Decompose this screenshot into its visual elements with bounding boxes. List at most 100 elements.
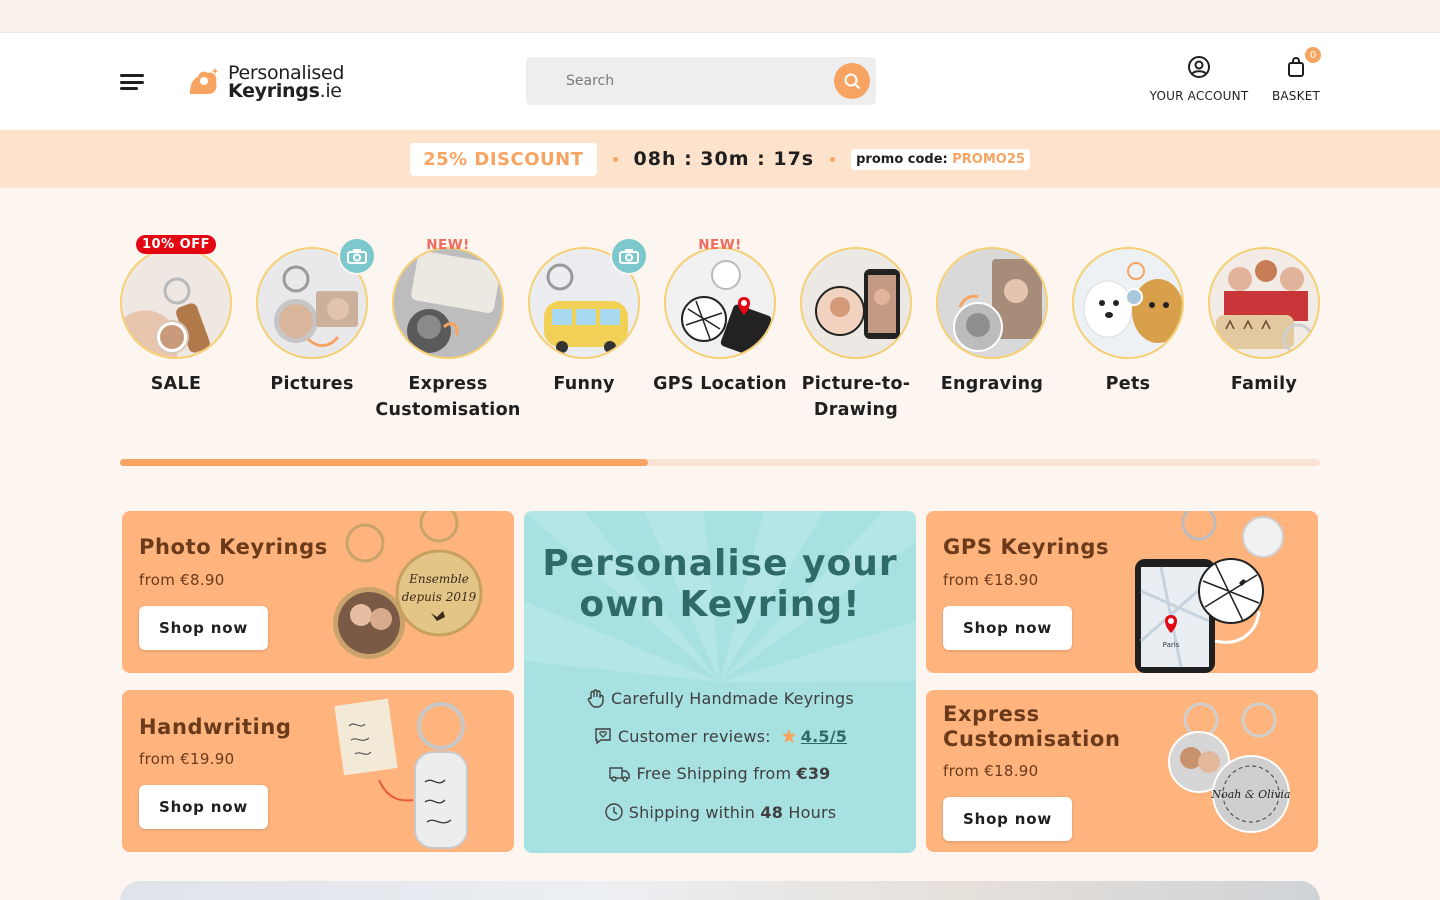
review-icon: [595, 728, 611, 745]
category-label: Engraving: [940, 374, 1044, 394]
card-handwriting[interactable]: Handwriting from €19.90 Shop now: [122, 690, 514, 852]
card-title: GPS Keyrings: [943, 535, 1110, 559]
card-gps-keyrings[interactable]: GPS Keyrings from €18.90 Shop now Paris: [926, 511, 1318, 673]
shop-now-button[interactable]: Shop now: [943, 606, 1072, 650]
category-label: Pictures: [270, 374, 354, 394]
delivery-hours: 48: [760, 802, 784, 822]
search-icon: [844, 73, 860, 89]
category-gps[interactable]: NEW! GPS Location: [652, 237, 788, 397]
shipping-line: Free Shipping from €39: [524, 764, 916, 783]
category-label: Family: [1230, 374, 1298, 394]
menu-icon[interactable]: [120, 74, 144, 90]
promo-code-value: PROMO25: [952, 151, 1025, 167]
handmade-line: Carefully Handmade Keyrings: [524, 688, 916, 708]
handmade-text: Carefully Handmade Keyrings: [611, 688, 854, 708]
search-bar: [526, 57, 876, 105]
promo-title: Personalise your own Keyring!: [542, 543, 898, 625]
shop-now-button[interactable]: Shop now: [139, 606, 268, 650]
category-image: [936, 247, 1048, 359]
logo-text-line2: Keyrings: [228, 79, 320, 102]
category-sale[interactable]: 10% OFF SALE: [108, 235, 244, 397]
category-image: [120, 247, 232, 359]
category-image: [664, 247, 776, 359]
star-icon: [781, 729, 796, 743]
card-price: from €18.90: [943, 571, 1039, 589]
new-badge: NEW!: [426, 237, 470, 253]
reviews-line: Customer reviews: 4.5/5: [524, 726, 916, 746]
category-scrollbar[interactable]: [120, 459, 1320, 466]
category-funny[interactable]: Funny: [516, 237, 652, 397]
category-engraving[interactable]: Engraving: [924, 238, 1060, 397]
truck-icon: [609, 766, 631, 782]
delivery-prefix: Shipping within: [628, 802, 761, 822]
promo-code: promo code: PROMO25: [851, 148, 1030, 170]
promo-bar: 25% DISCOUNT 08h : 30m : 17s promo code:…: [0, 130, 1440, 188]
shop-now-button[interactable]: Shop now: [139, 785, 268, 829]
photo-keyring-text-1: Ensemble: [408, 572, 469, 586]
user-icon: [1188, 56, 1210, 78]
separator-dot: [612, 156, 618, 162]
shipping-threshold: €39: [796, 764, 831, 783]
category-label: Pets: [1105, 374, 1151, 394]
category-pets[interactable]: Pets: [1060, 238, 1196, 397]
category-label: Funny: [553, 374, 615, 394]
category-family[interactable]: Family: [1196, 238, 1332, 397]
countdown-timer: 08h : 30m : 17s: [633, 148, 815, 170]
category-picture-to-drawing[interactable]: Picture-to-Drawing: [788, 238, 924, 423]
logo-tld: .ie: [319, 79, 342, 102]
card-express-customisation[interactable]: Express Customisation from €18.90 Shop n…: [926, 690, 1318, 852]
rating-link[interactable]: 4.5/5: [801, 727, 847, 746]
card-photo-keyrings[interactable]: Photo Keyrings from €8.90 Shop now Ensem…: [122, 511, 514, 673]
card-price: from €8.90: [139, 571, 225, 589]
hero-banner-preview[interactable]: [120, 881, 1320, 900]
camera-icon: [610, 237, 648, 275]
promo-discount: 25% DISCOUNT: [410, 142, 597, 176]
delivery-suffix: Hours: [783, 802, 837, 822]
category-scroll-thumb[interactable]: [120, 459, 648, 466]
category-image: [1072, 247, 1184, 359]
hand-icon: [587, 689, 604, 708]
category-image: [800, 247, 912, 359]
account-link[interactable]: YOUR ACCOUNT: [1148, 55, 1250, 103]
gps-keyring-image: Paris: [1135, 511, 1284, 673]
express-keyring-image: Noah & Olivia: [1168, 702, 1291, 833]
category-carousel: 10% OFF SALE Pictures NEW! Express Custo…: [108, 235, 1332, 438]
search-input[interactable]: [526, 57, 834, 105]
shop-now-button[interactable]: Shop now: [943, 797, 1072, 841]
basket-link[interactable]: 0 BASKET: [1268, 47, 1324, 103]
card-price: from €19.90: [139, 750, 235, 768]
promo-info-card: Personalise your own Keyring! Carefully …: [524, 511, 916, 853]
category-image: [392, 247, 504, 359]
shipping-text: Free Shipping from: [636, 764, 797, 783]
card-title: Handwriting: [139, 715, 292, 739]
bag-icon: [1288, 57, 1304, 77]
category-label: SALE: [150, 374, 202, 394]
category-label: Picture-to-Drawing: [801, 374, 911, 420]
promo-code-label: promo code:: [856, 151, 948, 167]
new-badge: NEW!: [698, 237, 742, 253]
separator-dot: [830, 156, 836, 162]
camera-icon: [338, 237, 376, 275]
gps-map-label: Paris: [1163, 641, 1180, 649]
photo-keyring-image: Ensemble depuis 2019: [333, 511, 483, 659]
search-button[interactable]: [834, 63, 870, 99]
category-image: [1208, 247, 1320, 359]
card-price: from €18.90: [943, 762, 1039, 780]
card-title: Express Customisation: [943, 702, 1121, 751]
reviews-label: Customer reviews:: [617, 726, 771, 746]
basket-count-badge: 0: [1305, 47, 1321, 63]
category-label: GPS Location: [653, 374, 787, 394]
site-header: Personalised Keyrings.ie YOUR ACCOUNT 0 …: [0, 33, 1440, 130]
logo-icon: [186, 64, 222, 100]
category-express[interactable]: NEW! Express Customisation: [375, 237, 520, 423]
card-title: Photo Keyrings: [139, 535, 328, 559]
top-strip: [0, 0, 1440, 33]
category-label: Express Customisation: [375, 374, 521, 420]
handwriting-keyring-image: [334, 698, 468, 849]
delivery-line: Shipping within 48 Hours: [524, 802, 916, 822]
sale-badge: 10% OFF: [136, 235, 216, 254]
account-label: YOUR ACCOUNT: [1149, 89, 1249, 103]
site-logo[interactable]: Personalised Keyrings.ie: [186, 61, 356, 103]
clock-icon: [605, 803, 623, 821]
category-pictures[interactable]: Pictures: [244, 237, 380, 397]
